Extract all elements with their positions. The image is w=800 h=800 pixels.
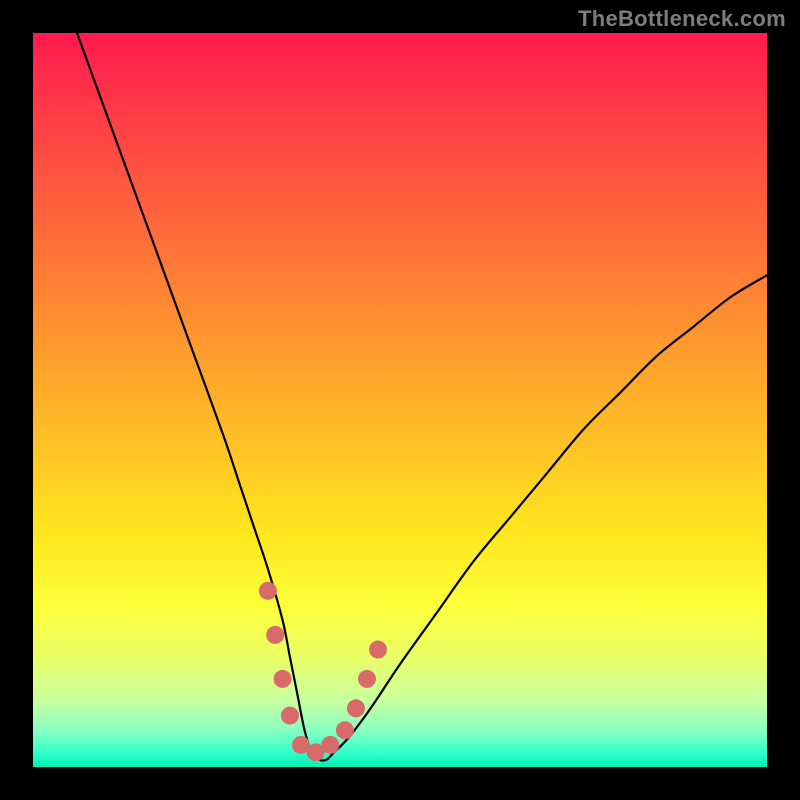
marker-dot: [266, 626, 284, 644]
marker-group: [259, 582, 387, 761]
marker-dot: [274, 670, 292, 688]
chart-frame: TheBottleneck.com: [0, 0, 800, 800]
marker-dot: [369, 641, 387, 659]
marker-dot: [347, 699, 365, 717]
bottleneck-curve: [77, 33, 767, 761]
marker-dot: [358, 670, 376, 688]
watermark-text: TheBottleneck.com: [578, 6, 786, 32]
marker-dot: [336, 721, 354, 739]
chart-svg: [33, 33, 767, 767]
marker-dot: [259, 582, 277, 600]
marker-dot: [281, 707, 299, 725]
marker-dot: [321, 736, 339, 754]
